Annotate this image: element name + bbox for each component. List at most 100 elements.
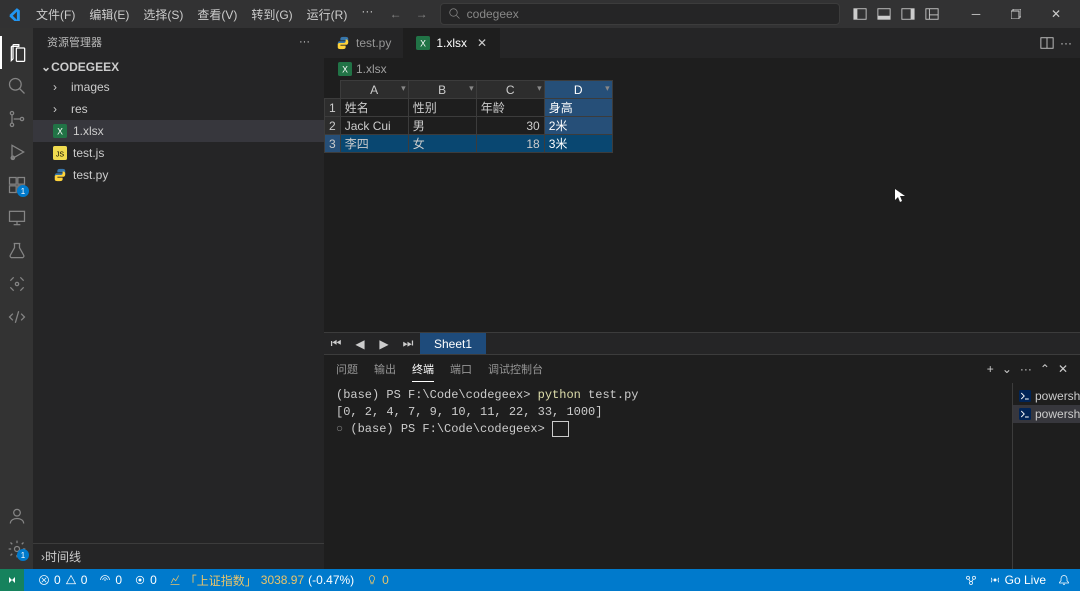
search-icon[interactable] [0,69,33,102]
cell[interactable]: 3米 [544,135,612,153]
menu-view[interactable]: 查看(V) [191,4,243,25]
status-errors[interactable]: 0 0 [32,573,93,587]
menu-file[interactable]: 文件(F) [30,4,81,25]
menu-run[interactable]: 运行(R) [301,4,354,25]
panel-tab-terminal[interactable]: 终端 [412,357,434,382]
sidebar-more-icon[interactable]: ··· [299,36,310,48]
terminal-split-icon[interactable]: ⌄ [1002,362,1012,376]
status-stock[interactable]: 「上证指数」 3038.97 (-0.47%) [163,572,360,589]
status-live-share[interactable] [959,573,983,587]
close-icon[interactable]: ✕ [477,36,487,50]
folder-res[interactable]: › res [33,98,324,120]
sheet-last-icon[interactable]: ⏭ [396,333,420,355]
terminal-item[interactable]: powershell [1013,387,1080,405]
panel-tab-problems[interactable]: 问题 [336,357,358,381]
layout-primary-sidebar-icon[interactable] [850,4,870,24]
cell[interactable]: 男 [408,117,476,135]
cell[interactable]: Jack Cui [340,117,408,135]
menu-go[interactable]: 转到(G) [245,4,298,25]
file-js[interactable]: JS test.js [33,142,324,164]
folder-images[interactable]: › images [33,76,324,98]
filter-icon[interactable]: ▾ [605,83,610,94]
file-xlsx[interactable]: X 1.xlsx [33,120,324,142]
tab-label: test.py [356,36,391,50]
status-notifications-icon[interactable] [1052,573,1076,587]
accounts-icon[interactable] [0,499,33,532]
panel-tab-output[interactable]: 输出 [374,357,396,381]
sheet-prev-icon[interactable]: ◀ [348,333,372,355]
filter-icon[interactable]: ▾ [469,83,474,94]
col-header-c[interactable]: C▾ [476,81,544,99]
sheet-tab[interactable]: Sheet1 [420,333,486,355]
command-center-search[interactable]: codegeex [440,3,840,25]
layout-secondary-sidebar-icon[interactable] [898,4,918,24]
nav-forward-icon[interactable]: → [416,7,428,21]
extensions-icon[interactable]: 1 [0,168,33,201]
status-go-live[interactable]: Go Live [983,573,1052,587]
filter-icon[interactable]: ▾ [401,83,406,94]
panel-tab-ports[interactable]: 端口 [450,357,472,381]
cell[interactable]: 姓名 [340,99,408,117]
cell[interactable]: 女 [408,135,476,153]
run-debug-icon[interactable] [0,135,33,168]
tab-test-py[interactable]: test.py [324,28,404,58]
status-bulb[interactable]: 0 [360,573,395,587]
breadcrumb[interactable]: X 1.xlsx [324,58,1080,80]
file-label: 1.xlsx [73,124,104,138]
window-close-icon[interactable]: ✕ [1038,0,1074,28]
remote-indicator[interactable] [0,569,24,591]
source-control-icon[interactable] [0,102,33,135]
layout-panel-icon[interactable] [874,4,894,24]
terminal-item[interactable]: powershell [1013,405,1080,423]
cell[interactable]: 性别 [408,99,476,117]
search-text: codegeex [467,7,519,21]
tree-root[interactable]: ⌄ CODEGEEX [33,58,324,76]
terminal-output[interactable]: (base) PS F:\Code\codegeex> python test.… [324,383,1012,569]
live-share-icon[interactable] [0,300,33,333]
nav-back-icon[interactable]: ← [390,7,402,21]
col-header-d[interactable]: D▾ [544,81,612,99]
sheet-first-icon[interactable]: ⏮ [324,333,348,355]
status-ports[interactable]: 0 [93,573,128,587]
cell[interactable]: 李四 [340,135,408,153]
cell[interactable]: 30 [476,117,544,135]
sheet-next-icon[interactable]: ▶ [372,333,396,355]
menu-edit[interactable]: 编辑(E) [83,4,135,25]
window-restore-icon[interactable] [998,0,1034,28]
cell[interactable]: 2米 [544,117,612,135]
customize-layout-icon[interactable] [922,4,942,24]
timeline-label: 时间线 [45,548,81,565]
file-py[interactable]: test.py [33,164,324,186]
row-number[interactable]: 3 [325,135,341,153]
more-actions-icon[interactable]: ··· [1060,36,1072,50]
panel-more-icon[interactable]: ··· [1020,362,1032,376]
panel-close-icon[interactable]: ✕ [1058,362,1068,376]
cell[interactable]: 年龄 [476,99,544,117]
cell[interactable]: 身高 [544,99,612,117]
tab-xlsx[interactable]: X 1.xlsx ✕ [404,28,500,58]
row-number[interactable]: 1 [325,99,341,117]
menu-select[interactable]: 选择(S) [137,4,189,25]
settings-gear-icon[interactable]: 1 [0,532,33,565]
status-radio[interactable]: 0 [128,573,163,587]
new-terminal-icon[interactable]: + [987,362,994,376]
testing-icon[interactable] [0,234,33,267]
explorer-icon[interactable] [0,36,33,69]
cell[interactable]: 18 [476,135,544,153]
panel-tab-debug[interactable]: 调试控制台 [488,357,543,381]
filter-icon[interactable]: ▾ [537,83,542,94]
terminal-list: powershell powershell [1012,383,1080,569]
terminal-name: powershell [1035,389,1080,403]
window-minimize-icon[interactable]: ─ [958,0,994,28]
col-header-a[interactable]: A▾ [340,81,408,99]
col-header-b[interactable]: B▾ [408,81,476,99]
panel-maximize-icon[interactable]: ⌃ [1040,362,1050,376]
menu-more-icon[interactable]: ··· [355,4,379,25]
remote-explorer-icon[interactable] [0,201,33,234]
file-tree: ⌄ CODEGEEX › images › res X 1.xlsx JS te… [33,56,324,543]
python-icon [53,168,67,182]
split-editor-icon[interactable] [1040,36,1054,50]
codegeex-icon[interactable] [0,267,33,300]
row-number[interactable]: 2 [325,117,341,135]
timeline-section[interactable]: › 时间线 [33,543,324,569]
